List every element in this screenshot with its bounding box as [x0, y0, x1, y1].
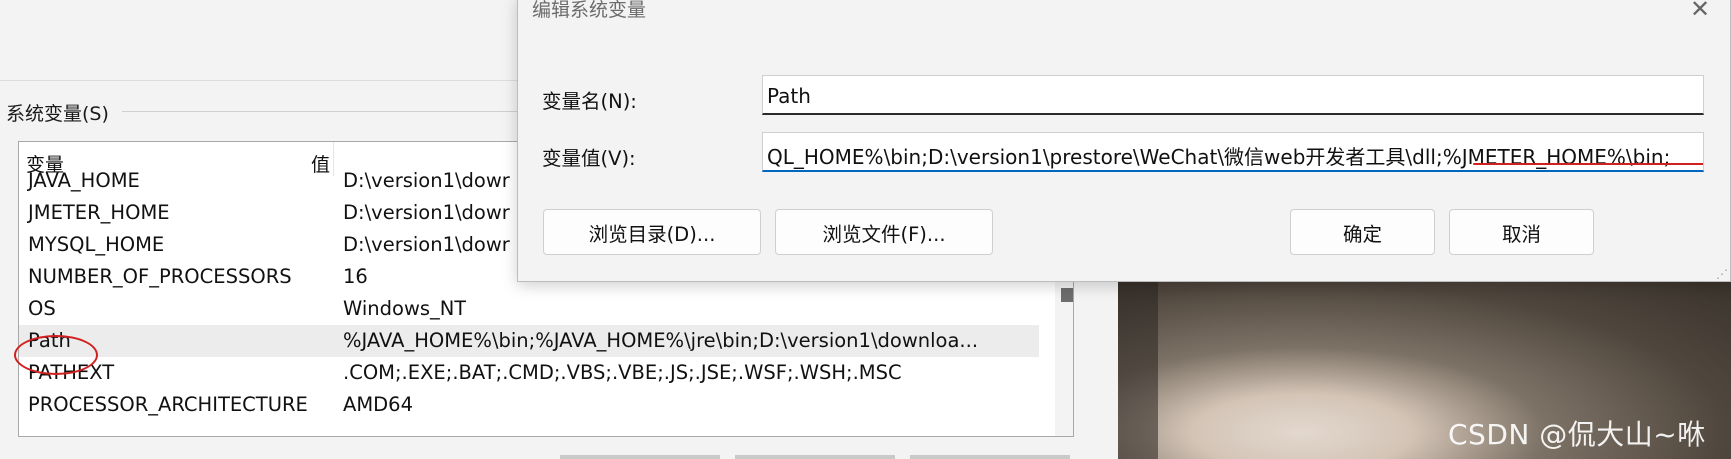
background-photo-shadow: [1118, 282, 1158, 459]
ok-button[interactable]: 确定: [1290, 209, 1435, 255]
variable-value: 16: [343, 265, 368, 288]
variable-name: MYSQL_HOME: [28, 233, 165, 256]
scrollbar-thumb[interactable]: [1061, 288, 1073, 302]
path-highlight-annotation: [14, 335, 98, 375]
browse-file-button[interactable]: 浏览文件(F)...: [775, 209, 993, 255]
variable-value: Windows_NT: [343, 297, 467, 320]
variable-name-input-text: Path: [767, 84, 811, 108]
variable-value: D:\version1\dowr: [343, 169, 510, 192]
variable-value: %JAVA_HOME%\bin;%JAVA_HOME%\jre\bin;D:\v…: [343, 329, 979, 352]
system-variables-title: 系统变量(S): [6, 103, 109, 125]
variable-name: PROCESSOR_ARCHITECTURE: [28, 393, 308, 416]
resize-grip-icon[interactable]: ⋰: [1716, 267, 1728, 281]
variable-name: JMETER_HOME: [28, 201, 170, 224]
dialog-title: 编辑系统变量: [532, 0, 647, 21]
jmeter-path-underline-annotation: [1473, 163, 1703, 165]
browse-directory-button[interactable]: 浏览目录(D)...: [543, 209, 761, 255]
partial-button[interactable]: [910, 455, 1070, 459]
variable-name-input[interactable]: Path: [762, 75, 1704, 115]
cancel-button[interactable]: 取消: [1449, 209, 1594, 255]
table-row[interactable]: OS Windows_NT: [19, 293, 1039, 325]
csdn-watermark: CSDN @侃大山~咻: [1448, 418, 1706, 451]
variable-name-label: 变量名(N):: [542, 90, 637, 113]
table-row[interactable]: PATHEXT .COM;.EXE;.BAT;.CMD;.VBS;.VBE;.J…: [19, 357, 1039, 389]
variable-name: NUMBER_OF_PROCESSORS: [28, 265, 292, 288]
close-icon[interactable]: ✕: [1690, 0, 1710, 23]
partial-button[interactable]: [735, 455, 895, 459]
separator: [0, 80, 520, 81]
variable-value: D:\version1\dowr: [343, 201, 510, 224]
variable-value-input[interactable]: QL_HOME%\bin;D:\version1\prestore\WeChat…: [762, 132, 1704, 172]
variable-name: OS: [28, 297, 56, 320]
variable-name: JAVA_HOME: [28, 169, 140, 192]
partial-button[interactable]: [560, 455, 720, 459]
table-row[interactable]: PROCESSOR_ARCHITECTURE AMD64: [19, 389, 1039, 421]
group-divider: [122, 111, 522, 112]
variable-value: D:\version1\dowr: [343, 233, 510, 256]
variable-value: AMD64: [343, 393, 413, 416]
variable-value-label: 变量值(V):: [542, 147, 636, 170]
table-row-selected[interactable]: Path %JAVA_HOME%\bin;%JAVA_HOME%\jre\bin…: [19, 325, 1039, 357]
edit-system-variable-dialog: 编辑系统变量 ✕ 变量名(N): Path 变量值(V): QL_HOME%\b…: [517, 0, 1731, 282]
variable-value-input-text: QL_HOME%\bin;D:\version1\prestore\WeChat…: [767, 145, 1671, 169]
variable-value: .COM;.EXE;.BAT;.CMD;.VBS;.VBE;.JS;.JSE;.…: [343, 361, 902, 384]
